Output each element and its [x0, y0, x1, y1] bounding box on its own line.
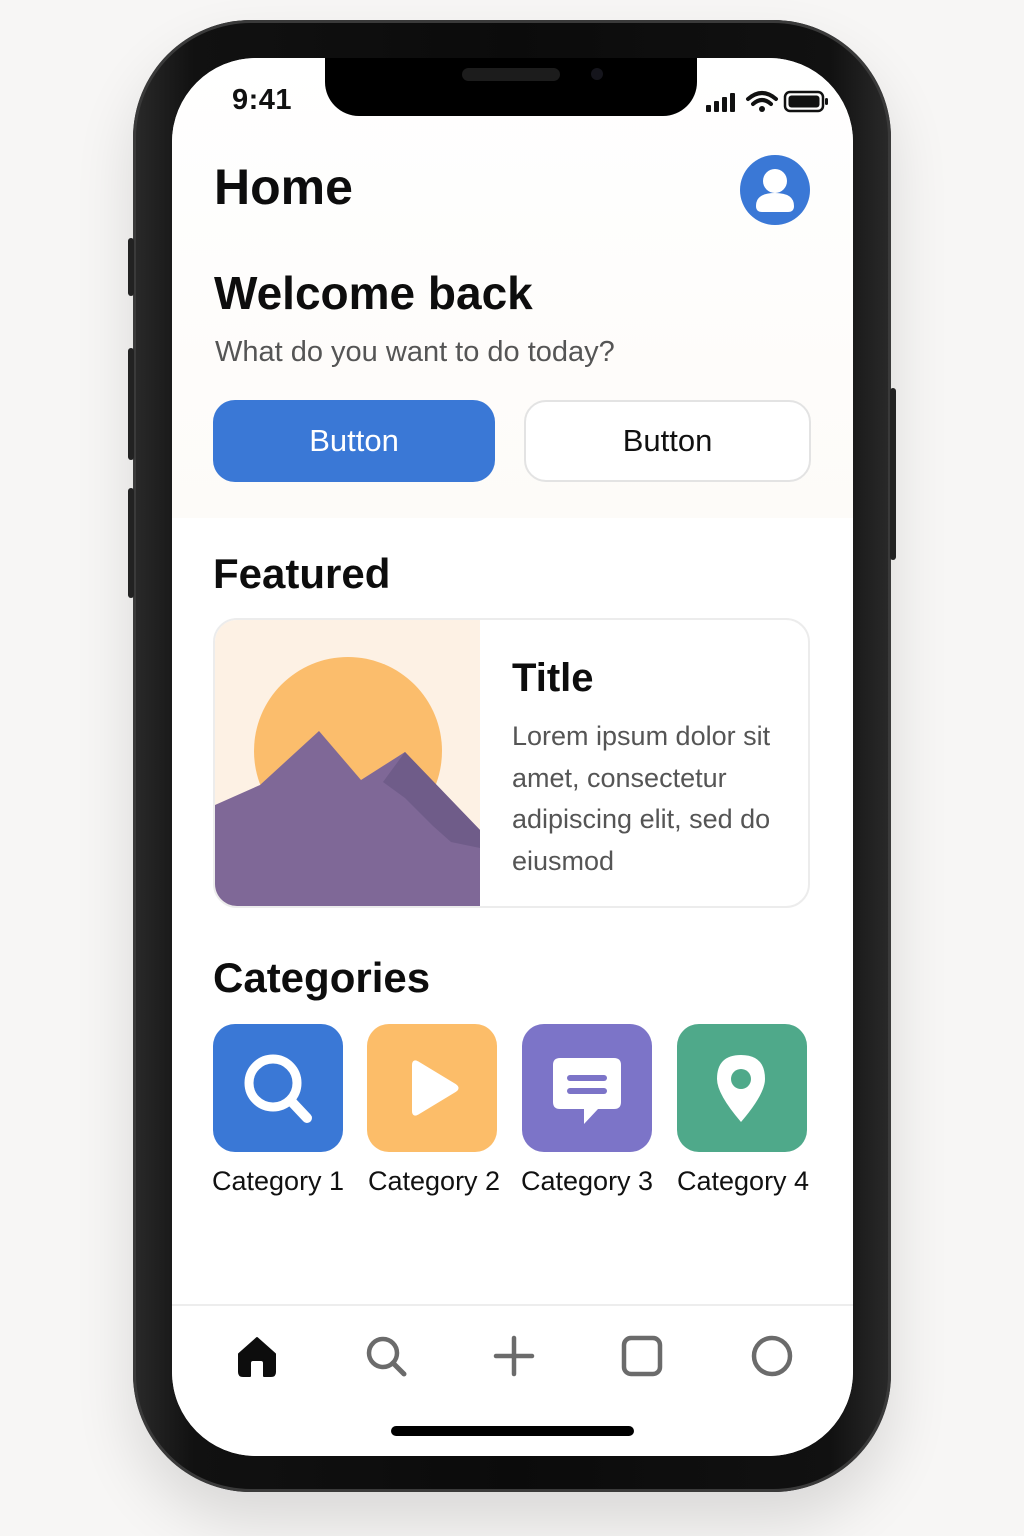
volume-down-button [128, 488, 134, 598]
category-1-label: Category 1 [212, 1166, 345, 1196]
status-icons [706, 90, 828, 113]
featured-heading: Featured [213, 550, 391, 597]
search-icon [213, 1024, 343, 1152]
device-mockup: 9:41 Home Welcome back What do you want … [0, 0, 1024, 1536]
wifi-icon [746, 91, 778, 112]
category-2-label: Category 2 [368, 1166, 501, 1196]
mountain-sun-image [215, 620, 480, 906]
welcome-heading: Welcome back [214, 267, 533, 319]
signal-icon [706, 93, 735, 112]
circle-icon[interactable] [748, 1332, 796, 1380]
category-3-tile[interactable] [522, 1024, 652, 1152]
status-time: 9:41 [232, 84, 293, 116]
category-2-tile[interactable] [367, 1024, 497, 1152]
card-title: Title [512, 656, 594, 700]
category-1-tile[interactable] [213, 1024, 343, 1152]
chat-icon [522, 1024, 652, 1152]
front-camera [591, 68, 603, 80]
category-4-tile[interactable] [677, 1024, 807, 1152]
plus-icon[interactable] [490, 1332, 538, 1380]
secondary-button[interactable]: Button [524, 400, 811, 482]
volume-up-button [128, 348, 134, 460]
battery-icon [783, 90, 828, 113]
welcome-subtitle: What do you want to do today? [215, 336, 615, 368]
power-button [890, 388, 896, 560]
user-icon [756, 169, 794, 212]
mute-switch [128, 238, 134, 296]
play-icon [367, 1024, 497, 1152]
page-title: Home [214, 159, 353, 215]
square-icon[interactable] [618, 1332, 666, 1380]
home-indicator[interactable] [391, 1426, 634, 1436]
home-icon[interactable] [233, 1332, 281, 1380]
speaker-grille [462, 68, 560, 81]
search-icon[interactable] [362, 1332, 410, 1380]
featured-card[interactable]: Title Lorem ipsum dolor sit amet, consec… [213, 618, 810, 908]
phone-screen: 9:41 Home Welcome back What do you want … [172, 58, 853, 1456]
notch [325, 58, 697, 116]
card-description: Lorem ipsum dolor sit amet, consectetur … [512, 721, 771, 876]
categories-heading: Categories [213, 954, 431, 1001]
category-1-bg [213, 1024, 343, 1152]
location-pin-icon [677, 1024, 807, 1152]
category-3-label: Category 3 [521, 1166, 654, 1196]
profile-avatar-button[interactable] [740, 155, 810, 225]
primary-button[interactable]: Button [213, 400, 495, 482]
category-4-label: Category 4 [677, 1166, 810, 1196]
